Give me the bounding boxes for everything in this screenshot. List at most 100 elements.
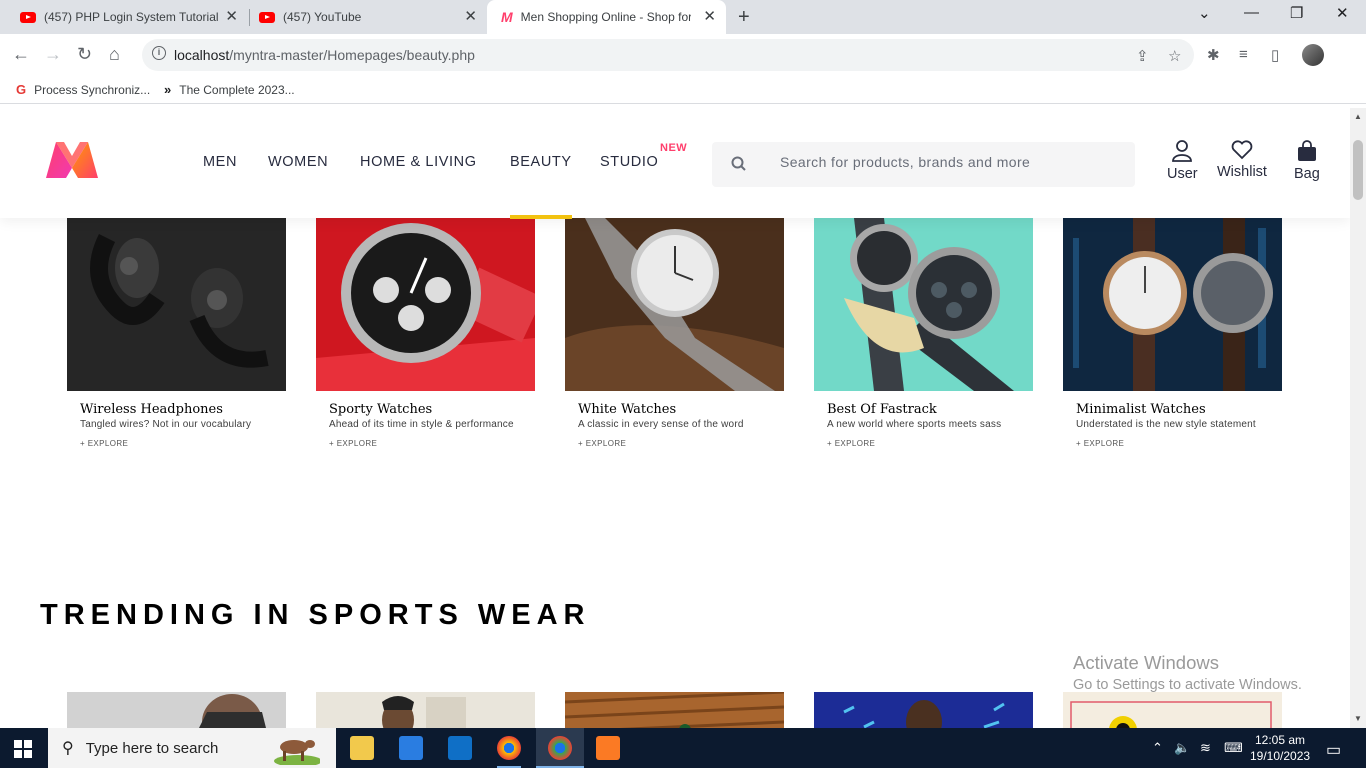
wifi-icon[interactable]: ≋ [1200, 740, 1211, 756]
tray-chevron-icon[interactable]: ⌃ [1152, 740, 1163, 756]
trending-card[interactable] [67, 692, 286, 728]
scroll-down-icon[interactable]: ▼ [1354, 714, 1362, 723]
fastrack-watch-image[interactable] [814, 218, 1033, 391]
myntra-logo[interactable] [42, 138, 102, 182]
nav-studio[interactable]: STUDIO [600, 154, 658, 170]
chrome-icon[interactable] [497, 736, 521, 760]
bookmark-label: Process Synchroniz... [34, 82, 151, 97]
windows-start-icon[interactable] [14, 740, 32, 758]
user-action[interactable]: User [1167, 140, 1198, 182]
vscode-icon[interactable] [448, 736, 472, 760]
site-info-icon[interactable]: i [152, 46, 166, 60]
url-text[interactable]: localhost/myntra-master/Homepages/beauty… [174, 47, 475, 63]
youtube-icon [259, 11, 275, 23]
explore-link[interactable]: + EXPLORE [329, 439, 535, 448]
product-card[interactable]: White Watches A classic in every sense o… [565, 218, 784, 448]
trending-card[interactable] [814, 692, 1033, 728]
restore-icon[interactable]: ❐ [1290, 4, 1303, 22]
user-label: User [1167, 166, 1198, 182]
window-close-icon[interactable]: ✕ [1336, 4, 1349, 22]
product-desc: A classic in every sense of the word [578, 419, 744, 430]
bookmark-process-sync[interactable]: G Process Synchroniz... [16, 82, 150, 97]
product-card[interactable]: Minimalist Watches Understated is the ne… [1063, 218, 1282, 448]
search-icon[interactable] [730, 155, 748, 173]
new-tab-icon[interactable]: + [738, 6, 750, 29]
tab-youtube[interactable]: (457) YouTube ✕ [239, 0, 487, 34]
volume-icon[interactable]: 🔈 [1174, 740, 1190, 756]
trending-card[interactable] [316, 692, 535, 728]
product-card[interactable]: Wireless Headphones Tangled wires? Not i… [67, 218, 286, 448]
activate-windows-watermark: Activate Windows Go to Settings to activ… [1073, 652, 1302, 693]
trending-card[interactable] [1063, 692, 1282, 728]
search-input[interactable] [780, 154, 1120, 170]
watermark-subtitle: Go to Settings to activate Windows. [1073, 677, 1302, 693]
tab-title: Men Shopping Online - Shop for [520, 10, 691, 24]
headphones-image[interactable] [67, 218, 286, 391]
explore-link[interactable]: + EXPLORE [578, 439, 784, 448]
taskbar-clock[interactable]: 12:05 am 19/10/2023 [1250, 732, 1310, 764]
search-bar[interactable] [712, 142, 1135, 187]
g-icon: G [16, 82, 27, 97]
tab-php-login[interactable]: (457) PHP Login System Tutorial ✕ [0, 0, 248, 34]
wishlist-label: Wishlist [1217, 164, 1267, 180]
product-card[interactable]: Sporty Watches Ahead of its time in styl… [316, 218, 535, 448]
extensions-icon[interactable]: ✱ [1207, 46, 1220, 64]
explore-link[interactable]: + EXPLORE [827, 439, 1033, 448]
forward-icon[interactable]: → [44, 44, 62, 64]
taskbar-search[interactable]: ⚲ Type here to search [48, 728, 336, 768]
xampp-icon[interactable] [596, 736, 620, 760]
clock-time: 12:05 am [1255, 733, 1306, 747]
wishlist-action[interactable]: Wishlist [1217, 140, 1267, 180]
scroll-up-icon[interactable]: ▲ [1354, 112, 1362, 121]
nav-home-living[interactable]: HOME & LIVING [360, 154, 477, 170]
explore-link[interactable]: + EXPLORE [1076, 439, 1282, 448]
bookmark-complete-2023[interactable]: » The Complete 2023... [164, 82, 295, 97]
sporty-watch-image[interactable] [316, 218, 535, 391]
product-card[interactable]: Best Of Fastrack A new world where sport… [814, 218, 1033, 448]
notification-icon[interactable]: ▭ [1326, 740, 1341, 760]
nav-beauty[interactable]: BEAUTY [510, 154, 572, 219]
media-control-icon[interactable]: ≡ [1239, 46, 1248, 63]
microsoft-store-icon[interactable] [399, 736, 423, 760]
tab-myntra-active[interactable]: M Men Shopping Online - Shop for ✕ [487, 0, 726, 34]
trending-card[interactable] [565, 692, 784, 728]
file-explorer-icon[interactable] [350, 736, 374, 760]
site-header: MEN WOMEN HOME & LIVING BEAUTY STUDIO NE… [0, 108, 1350, 219]
home-icon[interactable]: ⌂ [109, 44, 120, 64]
product-name: Minimalist Watches [1076, 402, 1206, 417]
close-icon[interactable]: ✕ [225, 9, 238, 24]
bag-action[interactable]: Bag [1294, 140, 1320, 182]
myntra-icon: M [501, 9, 513, 25]
minimize-icon[interactable]: — [1244, 4, 1259, 21]
minimalist-watch-image[interactable] [1063, 218, 1282, 391]
bookmarks-bar: G Process Synchroniz... » The Complete 2… [0, 76, 1366, 104]
taskbar-search-placeholder: Type here to search [85, 739, 219, 757]
heart-icon [1231, 140, 1253, 160]
close-icon[interactable]: ✕ [464, 9, 477, 24]
browser-tab-bar: (457) PHP Login System Tutorial ✕ (457) … [0, 0, 1366, 34]
keyboard-icon[interactable]: ⌨ [1224, 740, 1243, 756]
nav-women[interactable]: WOMEN [268, 154, 328, 170]
product-desc: Understated is the new style statement [1076, 419, 1256, 430]
scrollbar-thumb[interactable] [1353, 140, 1363, 200]
back-icon[interactable]: ← [12, 44, 30, 64]
product-desc: Tangled wires? Not in our vocabulary [80, 419, 252, 430]
page-scrollbar[interactable]: ▲ ▼ [1350, 108, 1366, 728]
explore-link[interactable]: + EXPLORE [80, 439, 286, 448]
bookmark-label: The Complete 2023... [179, 82, 295, 97]
reload-icon[interactable]: ↻ [77, 44, 92, 64]
profile-avatar[interactable] [1302, 44, 1324, 66]
share-icon[interactable]: ⇪ [1136, 47, 1149, 65]
bookmark-star-icon[interactable]: ☆ [1168, 47, 1181, 65]
white-watch-image[interactable] [565, 218, 784, 391]
windows-taskbar: ⚲ Type here to search ⌃ 🔈 ≋ ⌨ 12:05 am 1… [0, 728, 1366, 768]
chevron-icon: » [164, 82, 172, 97]
address-bar[interactable]: i localhost/myntra-master/Homepages/beau… [142, 39, 1194, 71]
clock-date: 19/10/2023 [1250, 749, 1311, 763]
nav-men[interactable]: MEN [203, 154, 237, 170]
tab-title: (457) YouTube [283, 10, 362, 24]
chrome-profile-icon[interactable] [548, 736, 572, 760]
close-icon[interactable]: ✕ [703, 9, 716, 24]
side-panel-icon[interactable]: ▯ [1271, 46, 1279, 64]
tab-search-chevron-icon[interactable]: ⌄ [1198, 4, 1211, 22]
